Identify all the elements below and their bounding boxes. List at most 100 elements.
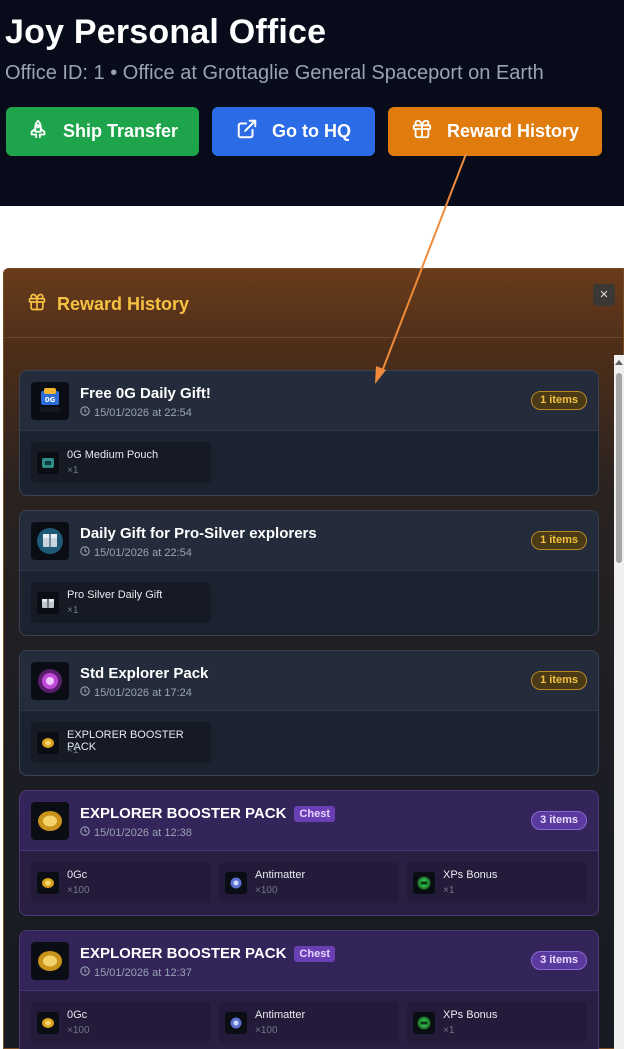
reward-card-header: EXPLORER BOOSTER PACK Chest 15/01/2026 a…	[20, 791, 598, 851]
clock-icon	[80, 406, 90, 419]
item-quantity: ×1	[67, 605, 79, 616]
reward-card-header: EXPLORER BOOSTER PACK Chest 15/01/2026 a…	[20, 931, 598, 991]
ship-icon	[27, 118, 49, 145]
item-count-badge: 1 items	[531, 671, 587, 690]
reward-item: 0Gc ×100	[31, 1002, 211, 1043]
item-name: Antimatter	[255, 1009, 306, 1021]
explorer-pack-thumbnail	[31, 662, 69, 700]
item-quantity: ×100	[67, 1025, 90, 1036]
reward-history-button[interactable]: Reward History	[388, 107, 602, 156]
item-name: 0Gc	[67, 1009, 88, 1021]
silver-chest-icon	[37, 592, 59, 614]
reward-title: Free 0G Daily Gift!	[80, 385, 211, 402]
reward-card: EXPLORER BOOSTER PACK Chest 15/01/2026 a…	[19, 930, 599, 1049]
reward-timestamp-text: 15/01/2026 at 12:37	[94, 966, 192, 979]
scroll-up-arrow-icon[interactable]	[614, 355, 624, 369]
scrollbar-thumb[interactable]	[616, 373, 622, 563]
reward-item: Antimatter ×100	[219, 862, 399, 903]
antimatter-icon	[225, 872, 247, 894]
item-name: XPs Bonus	[443, 869, 498, 881]
item-count-badge: 3 items	[531, 811, 587, 830]
reward-card: EXPLORER BOOSTER PACK Chest 15/01/2026 a…	[19, 790, 599, 916]
reward-title-text: EXPLORER BOOSTER PACK	[80, 805, 287, 822]
item-quantity: ×100	[255, 1025, 278, 1036]
item-count-badge: 3 items	[531, 951, 587, 970]
item-quantity: ×1	[67, 465, 79, 476]
clock-icon	[80, 966, 90, 979]
item-name: 0G Medium Pouch	[67, 449, 159, 461]
reward-card: Daily Gift for Pro-Silver explorers 15/0…	[19, 510, 599, 636]
modal-title-label: Reward History	[57, 294, 190, 314]
item-name: XPs Bonus	[443, 1009, 498, 1021]
reward-item: 0Gc ×100	[31, 862, 211, 903]
reward-timestamp-text: 15/01/2026 at 22:54	[94, 546, 192, 559]
coin-icon	[37, 1012, 59, 1034]
reward-card: 0G Free 0G Daily Gift! 15/01/2026 at 22:…	[19, 370, 599, 496]
reward-timestamp: 15/01/2026 at 17:24	[80, 686, 192, 699]
item-name: Pro Silver Daily Gift	[67, 589, 163, 601]
item-quantity: ×1	[67, 745, 79, 756]
item-count-badge: 1 items	[531, 391, 587, 410]
modal-title: Reward History	[27, 292, 189, 317]
item-quantity: ×1	[443, 885, 455, 896]
chest-tag: Chest	[294, 945, 335, 962]
reward-timestamp: 15/01/2026 at 12:37	[80, 966, 192, 979]
reward-card-header: Daily Gift for Pro-Silver explorers 15/0…	[20, 511, 598, 571]
office-subtitle: Office ID: 1 • Office at Grottaglie Gene…	[5, 62, 544, 84]
gift-icon	[27, 292, 47, 317]
clock-icon	[80, 686, 90, 699]
reward-item: 0G Medium Pouch ×1	[31, 442, 211, 483]
chest-tag: Chest	[294, 805, 335, 822]
svg-text:0G: 0G	[45, 396, 56, 404]
reward-timestamp: 15/01/2026 at 22:54	[80, 546, 192, 559]
reward-title-text: Std Explorer Pack	[80, 665, 209, 682]
pouch-icon	[37, 452, 59, 474]
reward-title: EXPLORER BOOSTER PACK Chest	[80, 805, 335, 822]
reward-card-header: Std Explorer Pack 15/01/2026 at 17:24 1 …	[20, 651, 598, 711]
reward-item: XPs Bonus ×1	[407, 1002, 587, 1043]
ship-transfer-label: Ship Transfer	[62, 121, 179, 141]
clock-icon	[80, 546, 90, 559]
reward-title: Std Explorer Pack	[80, 665, 208, 682]
item-quantity: ×1	[443, 1025, 455, 1036]
item-count-badge: 1 items	[531, 531, 587, 550]
reward-timestamp-text: 15/01/2026 at 17:24	[94, 686, 192, 699]
reward-card: Std Explorer Pack 15/01/2026 at 17:24 1 …	[19, 650, 599, 776]
daily-gift-thumbnail: 0G	[31, 382, 69, 420]
ship-transfer-button[interactable]: Ship Transfer	[6, 107, 199, 156]
reward-item: Pro Silver Daily Gift ×1	[31, 582, 211, 623]
reward-item: Antimatter ×100	[219, 1002, 399, 1043]
antimatter-icon	[225, 1012, 247, 1034]
reward-timestamp-text: 15/01/2026 at 22:54	[94, 406, 192, 419]
reward-timestamp-text: 15/01/2026 at 12:38	[94, 826, 192, 839]
go-to-hq-button[interactable]: Go to HQ	[212, 107, 375, 156]
item-name: Antimatter	[255, 869, 306, 881]
reward-item: EXPLORER BOOSTER PACK ×1	[31, 722, 211, 763]
office-header: Joy Personal Office Office ID: 1 • Offic…	[0, 0, 624, 206]
booster-pack-thumbnail	[31, 942, 69, 980]
scrollbar[interactable]	[614, 355, 624, 1049]
reward-history-label: Reward History	[446, 121, 580, 141]
xp-bonus-icon	[413, 1012, 435, 1034]
page-title: Joy Personal Office	[5, 13, 327, 51]
item-name: 0Gc	[67, 869, 88, 881]
item-quantity: ×100	[67, 885, 90, 896]
reward-title-text: EXPLORER BOOSTER PACK	[80, 945, 287, 962]
booster-pack-icon	[37, 732, 59, 754]
reward-timestamp: 15/01/2026 at 22:54	[80, 406, 192, 419]
xp-bonus-icon	[413, 872, 435, 894]
go-to-hq-label: Go to HQ	[272, 121, 351, 141]
reward-history-modal: Reward History × 0G Free 0G Daily Gift!	[3, 268, 624, 1049]
reward-card-header: 0G Free 0G Daily Gift! 15/01/2026 at 22:…	[20, 371, 598, 431]
external-link-icon	[236, 118, 258, 145]
booster-pack-thumbnail	[31, 802, 69, 840]
reward-title-text: Free 0G Daily Gift!	[80, 385, 211, 402]
reward-item: XPs Bonus ×1	[407, 862, 587, 903]
reward-title: EXPLORER BOOSTER PACK Chest	[80, 945, 335, 962]
item-quantity: ×100	[255, 885, 278, 896]
clock-icon	[80, 826, 90, 839]
reward-title: Daily Gift for Pro-Silver explorers	[80, 525, 317, 542]
close-button[interactable]: ×	[593, 284, 615, 306]
reward-title-text: Daily Gift for Pro-Silver explorers	[80, 525, 317, 542]
item-name: EXPLORER BOOSTER PACK	[67, 729, 184, 753]
